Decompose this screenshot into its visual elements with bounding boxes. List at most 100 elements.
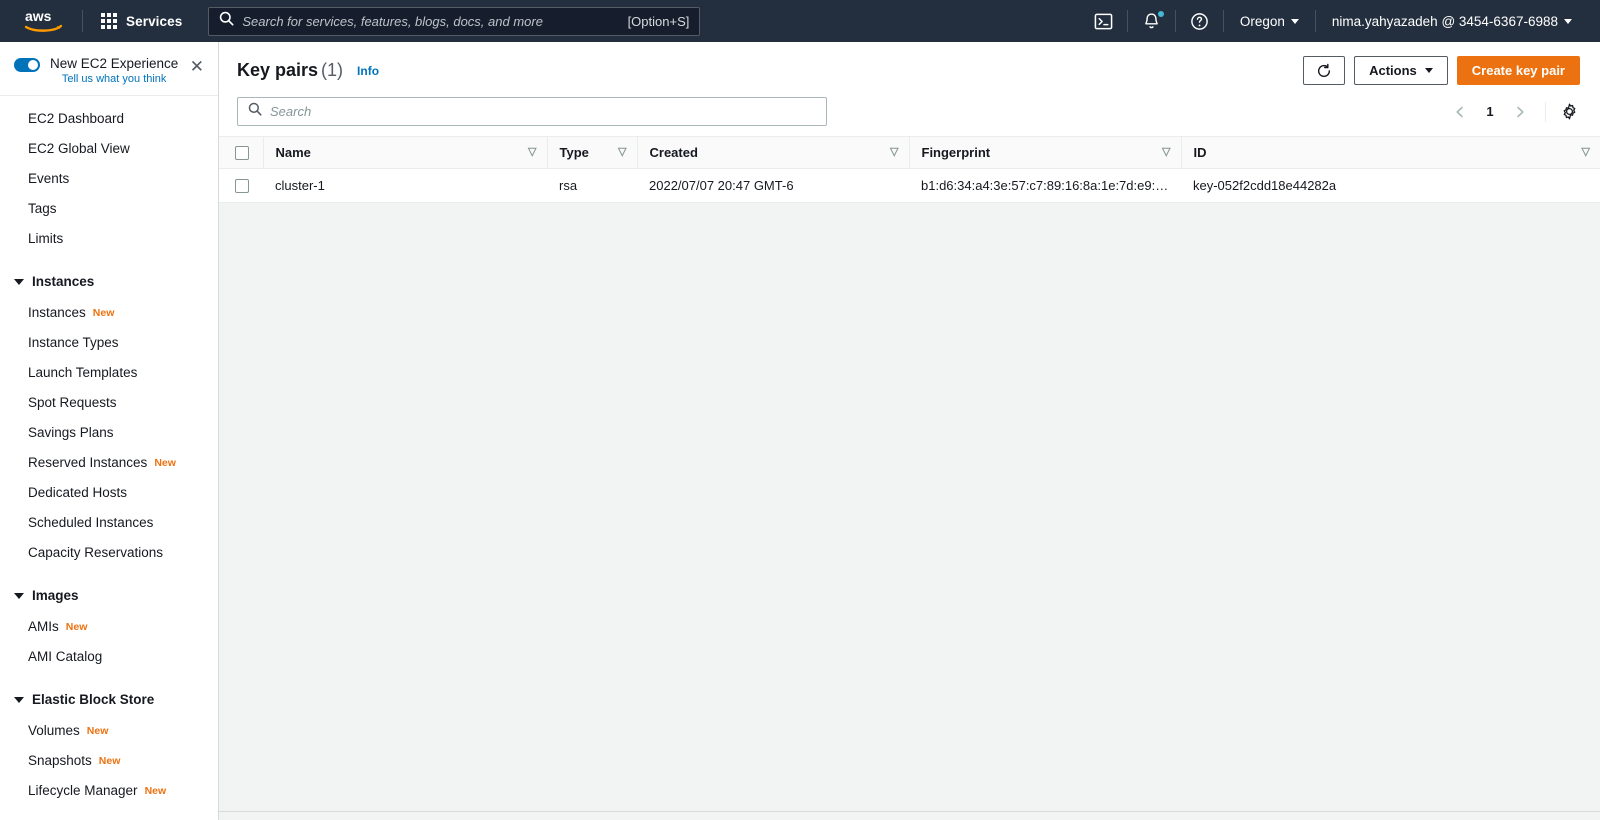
sidebar-item-label: Lifecycle Manager (28, 783, 138, 798)
pagination: 1 (1445, 98, 1582, 126)
sidebar-item-ec2-dashboard[interactable]: EC2 Dashboard (0, 104, 218, 134)
sidebar-group-images[interactable]: Images (0, 580, 218, 612)
actions-label: Actions (1369, 63, 1417, 78)
sidebar-item-events[interactable]: Events (0, 164, 218, 194)
key-pairs-panel: Key pairs (1) Info Actions Create key pa… (219, 42, 1600, 203)
close-icon[interactable]: ✕ (190, 58, 204, 75)
prev-page-button[interactable] (1445, 98, 1475, 126)
feedback-link[interactable]: Tell us what you think (50, 73, 178, 85)
refresh-button[interactable] (1303, 56, 1346, 85)
sort-icon[interactable]: ▽ (618, 147, 626, 158)
aws-logo[interactable]: aws (20, 7, 68, 35)
sidebar: New EC2 Experience Tell us what you thin… (0, 42, 219, 820)
select-all-header (219, 136, 263, 169)
column-header-name[interactable]: Name ▽ (262, 136, 547, 169)
row-select-cell (219, 168, 263, 203)
key-pair-name-cell: cluster-1 (263, 168, 547, 203)
create-key-pair-button[interactable]: Create key pair (1456, 56, 1580, 85)
sidebar-item-label: Volumes (28, 723, 80, 738)
nav-divider (82, 10, 83, 32)
account-menu[interactable]: nima.yahyazadeh @ 3454-6367-6988 (1316, 14, 1588, 29)
table-body: cluster-1 rsa 2022/07/07 20:47 GMT-6 b1:d6:… (219, 168, 1600, 203)
sidebar-item-snapshots[interactable]: Snapshots New (0, 746, 218, 776)
caret-down-icon (14, 593, 24, 599)
key-pair-created-cell: 2022/07/07 20:47 GMT-6 (637, 168, 909, 203)
services-menu-button[interactable]: Services (97, 9, 186, 33)
sidebar-item-reserved-instances[interactable]: Reserved Instances New (0, 448, 218, 478)
cloudshell-icon[interactable] (1080, 0, 1127, 42)
sidebar-item-ami-catalog[interactable]: AMI Catalog (0, 642, 218, 672)
sidebar-item-label: EC2 Dashboard (28, 111, 125, 126)
help-circle-icon[interactable] (1176, 0, 1223, 42)
column-header-created[interactable]: Created ▽ (636, 136, 909, 169)
select-all-checkbox[interactable] (235, 145, 249, 160)
bell-icon[interactable] (1128, 0, 1175, 42)
sidebar-top-items: EC2 Dashboard EC2 Global View Events Tags Li… (0, 96, 218, 254)
table-row[interactable]: cluster-1 rsa 2022/07/07 20:47 GMT-6 b1:d6:… (219, 168, 1600, 203)
column-label: ID (1193, 145, 1207, 160)
next-page-button[interactable] (1505, 98, 1535, 126)
new-experience-toggle[interactable] (14, 58, 40, 72)
sidebar-item-instance-types[interactable]: Instance Types (0, 328, 218, 358)
table-search-input[interactable] (270, 104, 816, 119)
region-selector[interactable]: Oregon (1224, 14, 1315, 29)
table-search-box[interactable] (237, 97, 827, 126)
new-badge: New (98, 755, 121, 767)
sidebar-item-label: Capacity Reservations (28, 545, 164, 560)
chevron-down-icon (1424, 68, 1433, 73)
sort-icon[interactable]: ▽ (528, 147, 536, 158)
account-label: nima.yahyazadeh @ 3454-6367-6988 (1331, 13, 1558, 29)
sort-icon[interactable]: ▽ (1582, 147, 1590, 158)
global-search-bar[interactable]: [Option+S] (208, 6, 701, 36)
table-settings-button[interactable] (1556, 99, 1582, 125)
refresh-icon (1318, 63, 1331, 77)
sidebar-item-label: Savings Plans (28, 425, 114, 440)
sidebar-item-scheduled-instances[interactable]: Scheduled Instances (0, 508, 218, 538)
sidebar-item-label: Reserved Instances (28, 455, 148, 470)
top-nav-right-group: Oregon nima.yahyazadeh @ 3454-6367-6988 (1080, 0, 1588, 42)
sidebar-item-label: Scheduled Instances (28, 515, 154, 530)
search-shortcut-hint: [Option+S] (627, 13, 690, 29)
info-link[interactable]: Info (357, 64, 379, 78)
sidebar-item-savings-plans[interactable]: Savings Plans (0, 418, 218, 448)
sidebar-item-ec2-global-view[interactable]: EC2 Global View (0, 134, 218, 164)
column-header-fingerprint[interactable]: Fingerprint ▽ (908, 136, 1181, 169)
sort-icon[interactable]: ▽ (1162, 147, 1170, 158)
page-actions: Actions Create key pair (1303, 56, 1580, 85)
sidebar-item-amis[interactable]: AMIs New (0, 612, 218, 642)
sidebar-item-label: Limits (28, 231, 64, 246)
row-checkbox[interactable] (235, 178, 249, 193)
column-header-type[interactable]: Type ▽ (546, 136, 637, 169)
sidebar-item-label: Spot Requests (28, 395, 117, 410)
column-label: Fingerprint (921, 145, 991, 160)
page-number[interactable]: 1 (1477, 104, 1503, 119)
column-label: Type (559, 145, 589, 160)
new-experience-banner: New EC2 Experience Tell us what you thin… (0, 42, 218, 96)
page-header: Key pairs (1) Info Actions Create key pa… (219, 42, 1600, 97)
sidebar-item-spot-requests[interactable]: Spot Requests (0, 388, 218, 418)
sidebar-item-launch-templates[interactable]: Launch Templates (0, 358, 218, 388)
sidebar-item-lifecycle-manager[interactable]: Lifecycle Manager New (0, 776, 218, 806)
create-key-pair-label: Create key pair (1471, 63, 1565, 78)
horizontal-scrollbar[interactable] (219, 811, 1600, 820)
sort-icon[interactable]: ▽ (890, 147, 898, 158)
grid-icon (101, 13, 117, 29)
sidebar-item-label: Launch Templates (28, 365, 138, 380)
sidebar-item-capacity-reservations[interactable]: Capacity Reservations (0, 538, 218, 568)
global-search-input[interactable] (242, 13, 620, 29)
sidebar-item-dedicated-hosts[interactable]: Dedicated Hosts (0, 478, 218, 508)
svg-text:aws: aws (25, 8, 52, 24)
notification-dot (1157, 11, 1164, 17)
sidebar-group-elastic-block-store[interactable]: Elastic Block Store (0, 684, 218, 716)
search-icon (248, 102, 262, 121)
sidebar-item-volumes[interactable]: Volumes New (0, 716, 218, 746)
sidebar-item-label: AMIs (28, 619, 59, 634)
column-header-id[interactable]: ID ▽ (1180, 136, 1600, 169)
sidebar-group-instances[interactable]: Instances (0, 266, 218, 298)
sidebar-item-tags[interactable]: Tags (0, 194, 218, 224)
sidebar-item-limits[interactable]: Limits (0, 224, 218, 254)
sidebar-item-instances[interactable]: Instances New (0, 298, 218, 328)
actions-button[interactable]: Actions (1354, 56, 1448, 85)
